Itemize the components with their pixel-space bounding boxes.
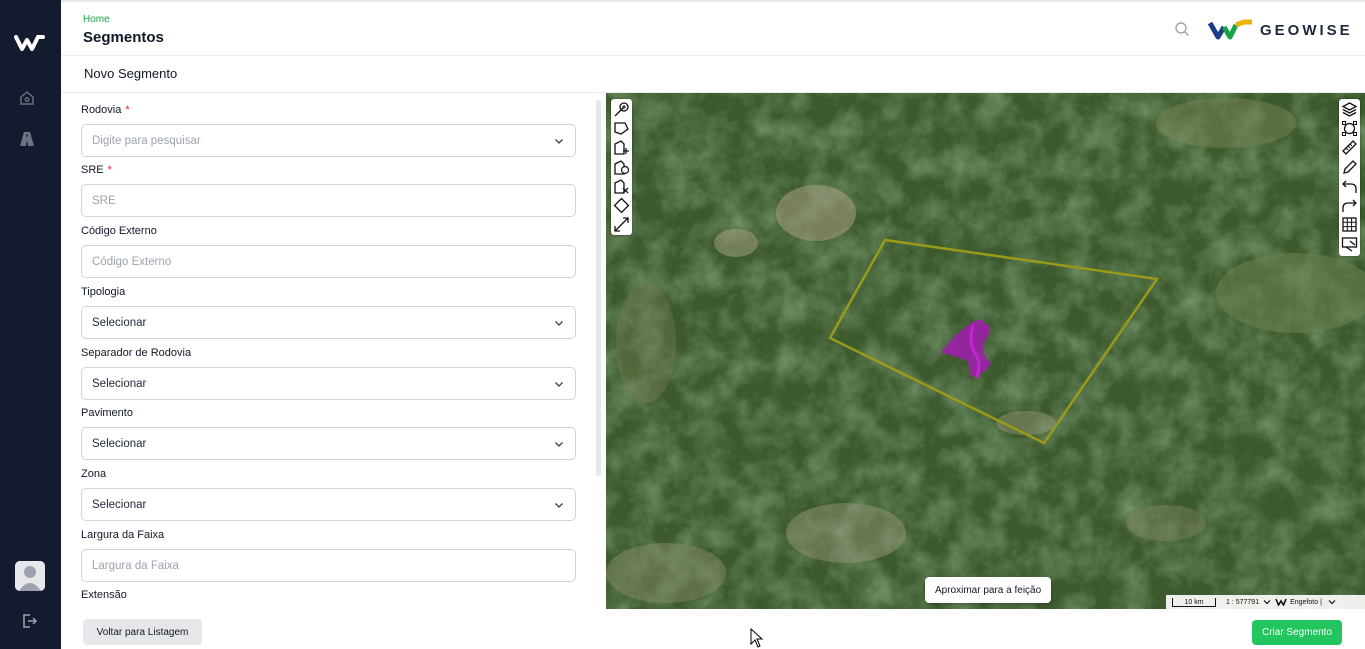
form-scrollbar[interactable] [596,100,601,476]
separador-select[interactable]: Selecionar [81,367,576,400]
road-icon[interactable] [18,130,36,148]
edit-polygon-icon[interactable] [613,159,630,176]
rodovia-placeholder: Digite para pesquisar [92,134,201,147]
chevron-down-icon[interactable] [1328,598,1336,606]
chevron-down-icon [555,503,563,508]
transform-icon[interactable] [1341,120,1358,137]
chevron-down-icon [555,321,563,326]
add-polygon-icon[interactable] [613,139,630,156]
draw-polygon-icon[interactable] [613,120,630,137]
zoom-to-feature-button[interactable]: Aproximar para a feição [925,577,1052,603]
chevron-down-icon[interactable] [1263,598,1271,606]
cut-polygon-icon[interactable] [613,178,630,195]
field-label: Tipologia [81,286,126,298]
search-icon[interactable] [1174,21,1190,37]
page-header: Home Segmentos GEOWISE [61,2,1365,56]
satellite-imagery [606,93,1365,609]
app-logo-icon[interactable] [14,34,46,52]
scale-line: 10 km [1172,597,1216,607]
field-label: Código Externo [81,225,157,237]
field-codigo-externo: Código Externo Código Externo [81,225,576,278]
sidebar [0,0,61,649]
map-view[interactable]: Aproximar para a feição 10 km 1 : 577791… [606,93,1365,609]
required-marker: * [125,104,130,116]
zona-select[interactable]: Selecionar [81,488,576,521]
map-attribution: Engefoto | [1290,598,1322,606]
draw-line-icon[interactable] [613,216,630,233]
tipologia-select[interactable]: Selecionar [81,306,576,339]
brand-name: GEOWISE [1260,21,1353,39]
sre-input[interactable]: SRE [81,184,576,217]
largura-faixa-placeholder: Largura da Faixa [92,559,179,572]
geowise-mini-logo-icon [1275,598,1287,606]
layers-icon[interactable] [1341,101,1358,118]
pencil-icon[interactable] [1341,159,1358,176]
field-rodovia: Rodovia * Digite para pesquisar [81,104,576,157]
chevron-down-icon [555,382,563,387]
pavimento-value: Selecionar [92,437,147,450]
field-label: SRE * [81,164,112,176]
field-label: Rodovia * [81,104,130,116]
legend-icon[interactable] [1341,235,1358,252]
user-avatar-icon [15,561,45,591]
zona-value: Selecionar [92,498,147,511]
draw-point-icon[interactable] [613,101,630,118]
draw-rectangle-icon[interactable] [613,197,630,214]
chevron-down-icon [555,139,563,144]
field-separador: Separador de Rodovia Selecionar [81,347,576,400]
rodovia-select[interactable]: Digite para pesquisar [81,124,576,157]
form-title: Novo Segmento [84,66,178,81]
largura-faixa-input[interactable]: Largura da Faixa [81,549,576,582]
field-label: Zona [81,468,107,480]
scale-ratio[interactable]: 1 : 577791 [1226,599,1259,606]
redo-icon[interactable] [1341,197,1358,214]
segment-form: Rodovia * Digite para pesquisar SRE * SRE … [61,93,606,609]
grid-icon[interactable] [1341,216,1358,233]
required-marker: * [107,164,112,176]
field-tipologia: Tipologia Selecionar [81,286,576,339]
breadcrumb[interactable]: Home [83,14,110,25]
field-sre: SRE * SRE [81,164,576,217]
brand-logo: GEOWISE [1208,18,1353,42]
measure-icon[interactable] [1341,139,1358,156]
map-scalebar: 10 km 1 : 577791 Engefoto | [1166,595,1365,609]
tipologia-value: Selecionar [92,316,147,329]
back-to-list-button[interactable]: Voltar para Listagem [83,619,202,645]
field-zona: Zona Selecionar [81,468,576,521]
field-label: Extensão [81,589,127,601]
field-label: Pavimento [81,407,133,419]
avatar[interactable] [15,561,45,591]
field-label: Largura da Faixa [81,529,165,541]
create-segment-button[interactable]: Criar Segmento [1252,620,1342,645]
codigo-externo-input[interactable]: Código Externo [81,245,576,278]
mouse-cursor-icon [750,628,764,648]
chevron-down-icon [555,442,563,447]
pavimento-select[interactable]: Selecionar [81,427,576,460]
form-footer: Voltar para Listagem Criar Segmento [61,609,1365,649]
home-icon[interactable] [18,89,36,107]
field-pavimento: Pavimento Selecionar [81,407,576,460]
separador-value: Selecionar [92,377,147,390]
undo-icon[interactable] [1341,178,1358,195]
field-label: Separador de Rodovia [81,347,192,359]
subheader: Novo Segmento [61,57,1365,93]
field-largura-faixa: Largura da Faixa Largura da Faixa [81,529,576,582]
page-title: Segmentos [83,29,164,46]
codigo-externo-placeholder: Código Externo [92,255,172,268]
map-toolbar [1339,99,1360,256]
field-extensao: Extensão [81,589,576,603]
draw-toolbar [611,99,632,235]
sre-placeholder: SRE [92,194,116,207]
logout-icon[interactable] [20,612,38,630]
geowise-logo-icon [1208,19,1252,40]
